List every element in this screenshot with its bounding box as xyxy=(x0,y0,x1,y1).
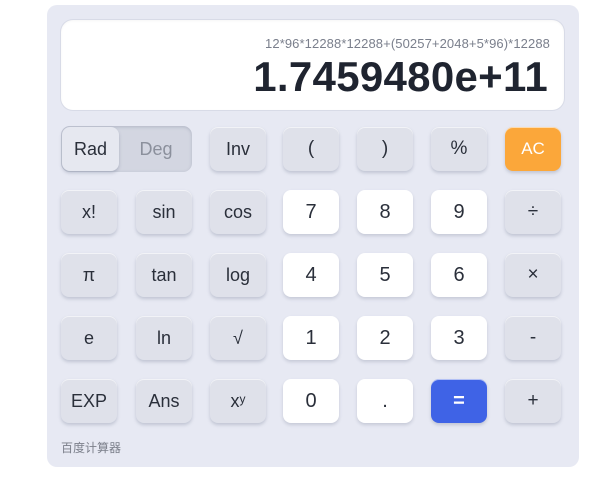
factorial-button[interactable]: x! xyxy=(61,190,117,234)
calculator-panel: 12*96*12288*12288+(50257+2048+5*96)*1228… xyxy=(47,5,579,467)
digit-2-button[interactable]: 2 xyxy=(357,316,413,360)
log-button[interactable]: log xyxy=(210,253,266,297)
digit-5-button[interactable]: 5 xyxy=(357,253,413,297)
digit-3-button[interactable]: 3 xyxy=(431,316,487,360)
ln-button[interactable]: ln xyxy=(136,316,192,360)
rad-button[interactable]: Rad xyxy=(62,127,119,171)
equals-button[interactable]: = xyxy=(431,379,487,423)
percent-button[interactable]: % xyxy=(431,127,487,171)
power-button[interactable]: xy xyxy=(210,379,266,423)
digit-9-button[interactable]: 9 xyxy=(431,190,487,234)
digit-6-button[interactable]: 6 xyxy=(431,253,487,297)
sqrt-button[interactable]: √ xyxy=(210,316,266,360)
power-exponent-label: y xyxy=(239,392,246,406)
sin-button[interactable]: sin xyxy=(136,190,192,234)
pi-button[interactable]: π xyxy=(61,253,117,297)
tan-button[interactable]: tan xyxy=(136,253,192,297)
digit-0-button[interactable]: 0 xyxy=(283,379,339,423)
digit-1-button[interactable]: 1 xyxy=(283,316,339,360)
angle-mode-toggle[interactable]: Rad Deg xyxy=(61,126,192,172)
expression-text: 12*96*12288*12288+(50257+2048+5*96)*1228… xyxy=(265,36,550,51)
digit-7-button[interactable]: 7 xyxy=(283,190,339,234)
deg-button[interactable]: Deg xyxy=(121,127,191,171)
digit-4-button[interactable]: 4 xyxy=(283,253,339,297)
inv-button[interactable]: Inv xyxy=(210,127,266,171)
ans-button[interactable]: Ans xyxy=(136,379,192,423)
power-base-label: x xyxy=(230,390,240,411)
multiply-button[interactable]: × xyxy=(505,253,561,297)
exp-button[interactable]: EXP xyxy=(61,379,117,423)
open-paren-button[interactable]: ( xyxy=(283,127,339,171)
ac-button[interactable]: AC xyxy=(505,127,561,171)
result-text: 1.7459480e+11 xyxy=(253,53,548,100)
divide-button[interactable]: ÷ xyxy=(505,190,561,234)
cos-button[interactable]: cos xyxy=(210,190,266,234)
brand-label: 百度计算器 xyxy=(61,441,122,455)
decimal-point-button[interactable]: . xyxy=(357,379,413,423)
close-paren-button[interactable]: ) xyxy=(357,127,413,171)
plus-button[interactable]: + xyxy=(505,379,561,423)
digit-8-button[interactable]: 8 xyxy=(357,190,413,234)
minus-button[interactable]: - xyxy=(505,316,561,360)
display: 12*96*12288*12288+(50257+2048+5*96)*1228… xyxy=(61,20,564,110)
e-button[interactable]: e xyxy=(61,316,117,360)
